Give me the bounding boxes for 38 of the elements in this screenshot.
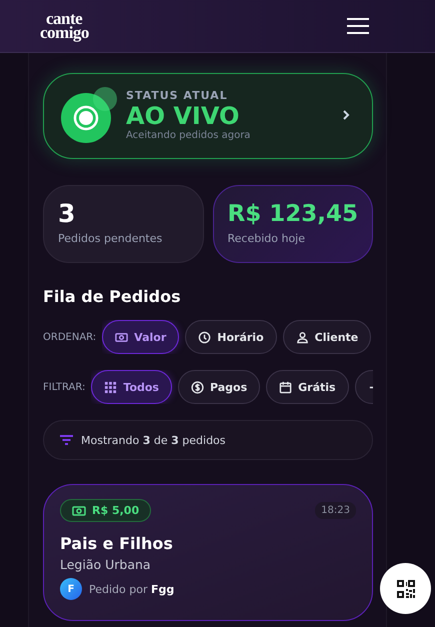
stat-label: Recebido hoje [228,232,306,245]
filter-chip[interactable]: Cliente [282,320,372,354]
section-title: Fila de Pedidos [43,287,182,306]
status-subtitle: Aceitando pedidos agora [126,130,252,141]
dollar-icon [190,380,204,394]
order-card[interactable]: R$ 5,00 18:23 Pais e Filhos Legião Urbana F Pedido por Fgg [43,484,373,621]
stat-label: Pedidos pendentes [58,232,164,245]
stat-value: R$ 123,45 [228,200,358,229]
grid-icon [104,380,118,394]
clock-icon [198,330,212,344]
status-value: AO VIVO [126,102,240,130]
filter-chip[interactable]: Valor [102,320,180,354]
qr-code-icon [396,580,414,598]
requester: Pedido por Fgg [89,582,174,596]
calendar-icon [279,380,292,394]
chevron-icon [342,109,350,121]
cash-icon [115,330,128,344]
user-avatar: F [60,578,82,600]
filter-chip[interactable]: Grátis [266,370,349,404]
price-badge: R$ 5,00 [60,499,152,522]
artist-name: Legião Urbana [60,557,152,572]
song-title: Pais e Filhos [60,534,174,553]
filter-chip[interactable]: Pagos [178,370,260,404]
person-icon [296,330,309,344]
logo[interactable]: cante comigo [40,12,89,40]
status-label: STATUS ATUAL [126,89,229,102]
row-label: ORDENAR: [43,332,96,342]
row-label: FILTRAR: [43,382,86,392]
order-time: 18:23 [315,502,356,519]
filter-chip[interactable]: Horário [185,320,277,354]
filter-chip[interactable]: Todos [91,370,172,404]
filter-icon [60,435,73,445]
status-card[interactable]: STATUS ATUAL AO VIVO Aceitando pedidos agora [43,73,373,159]
stat-value: 3 [58,198,76,230]
qr-code-button[interactable] [380,563,431,614]
results-count: Mostrando 3 de 3 pedidos [81,434,226,446]
menu-icon[interactable] [347,18,369,34]
cash-icon [72,505,86,516]
